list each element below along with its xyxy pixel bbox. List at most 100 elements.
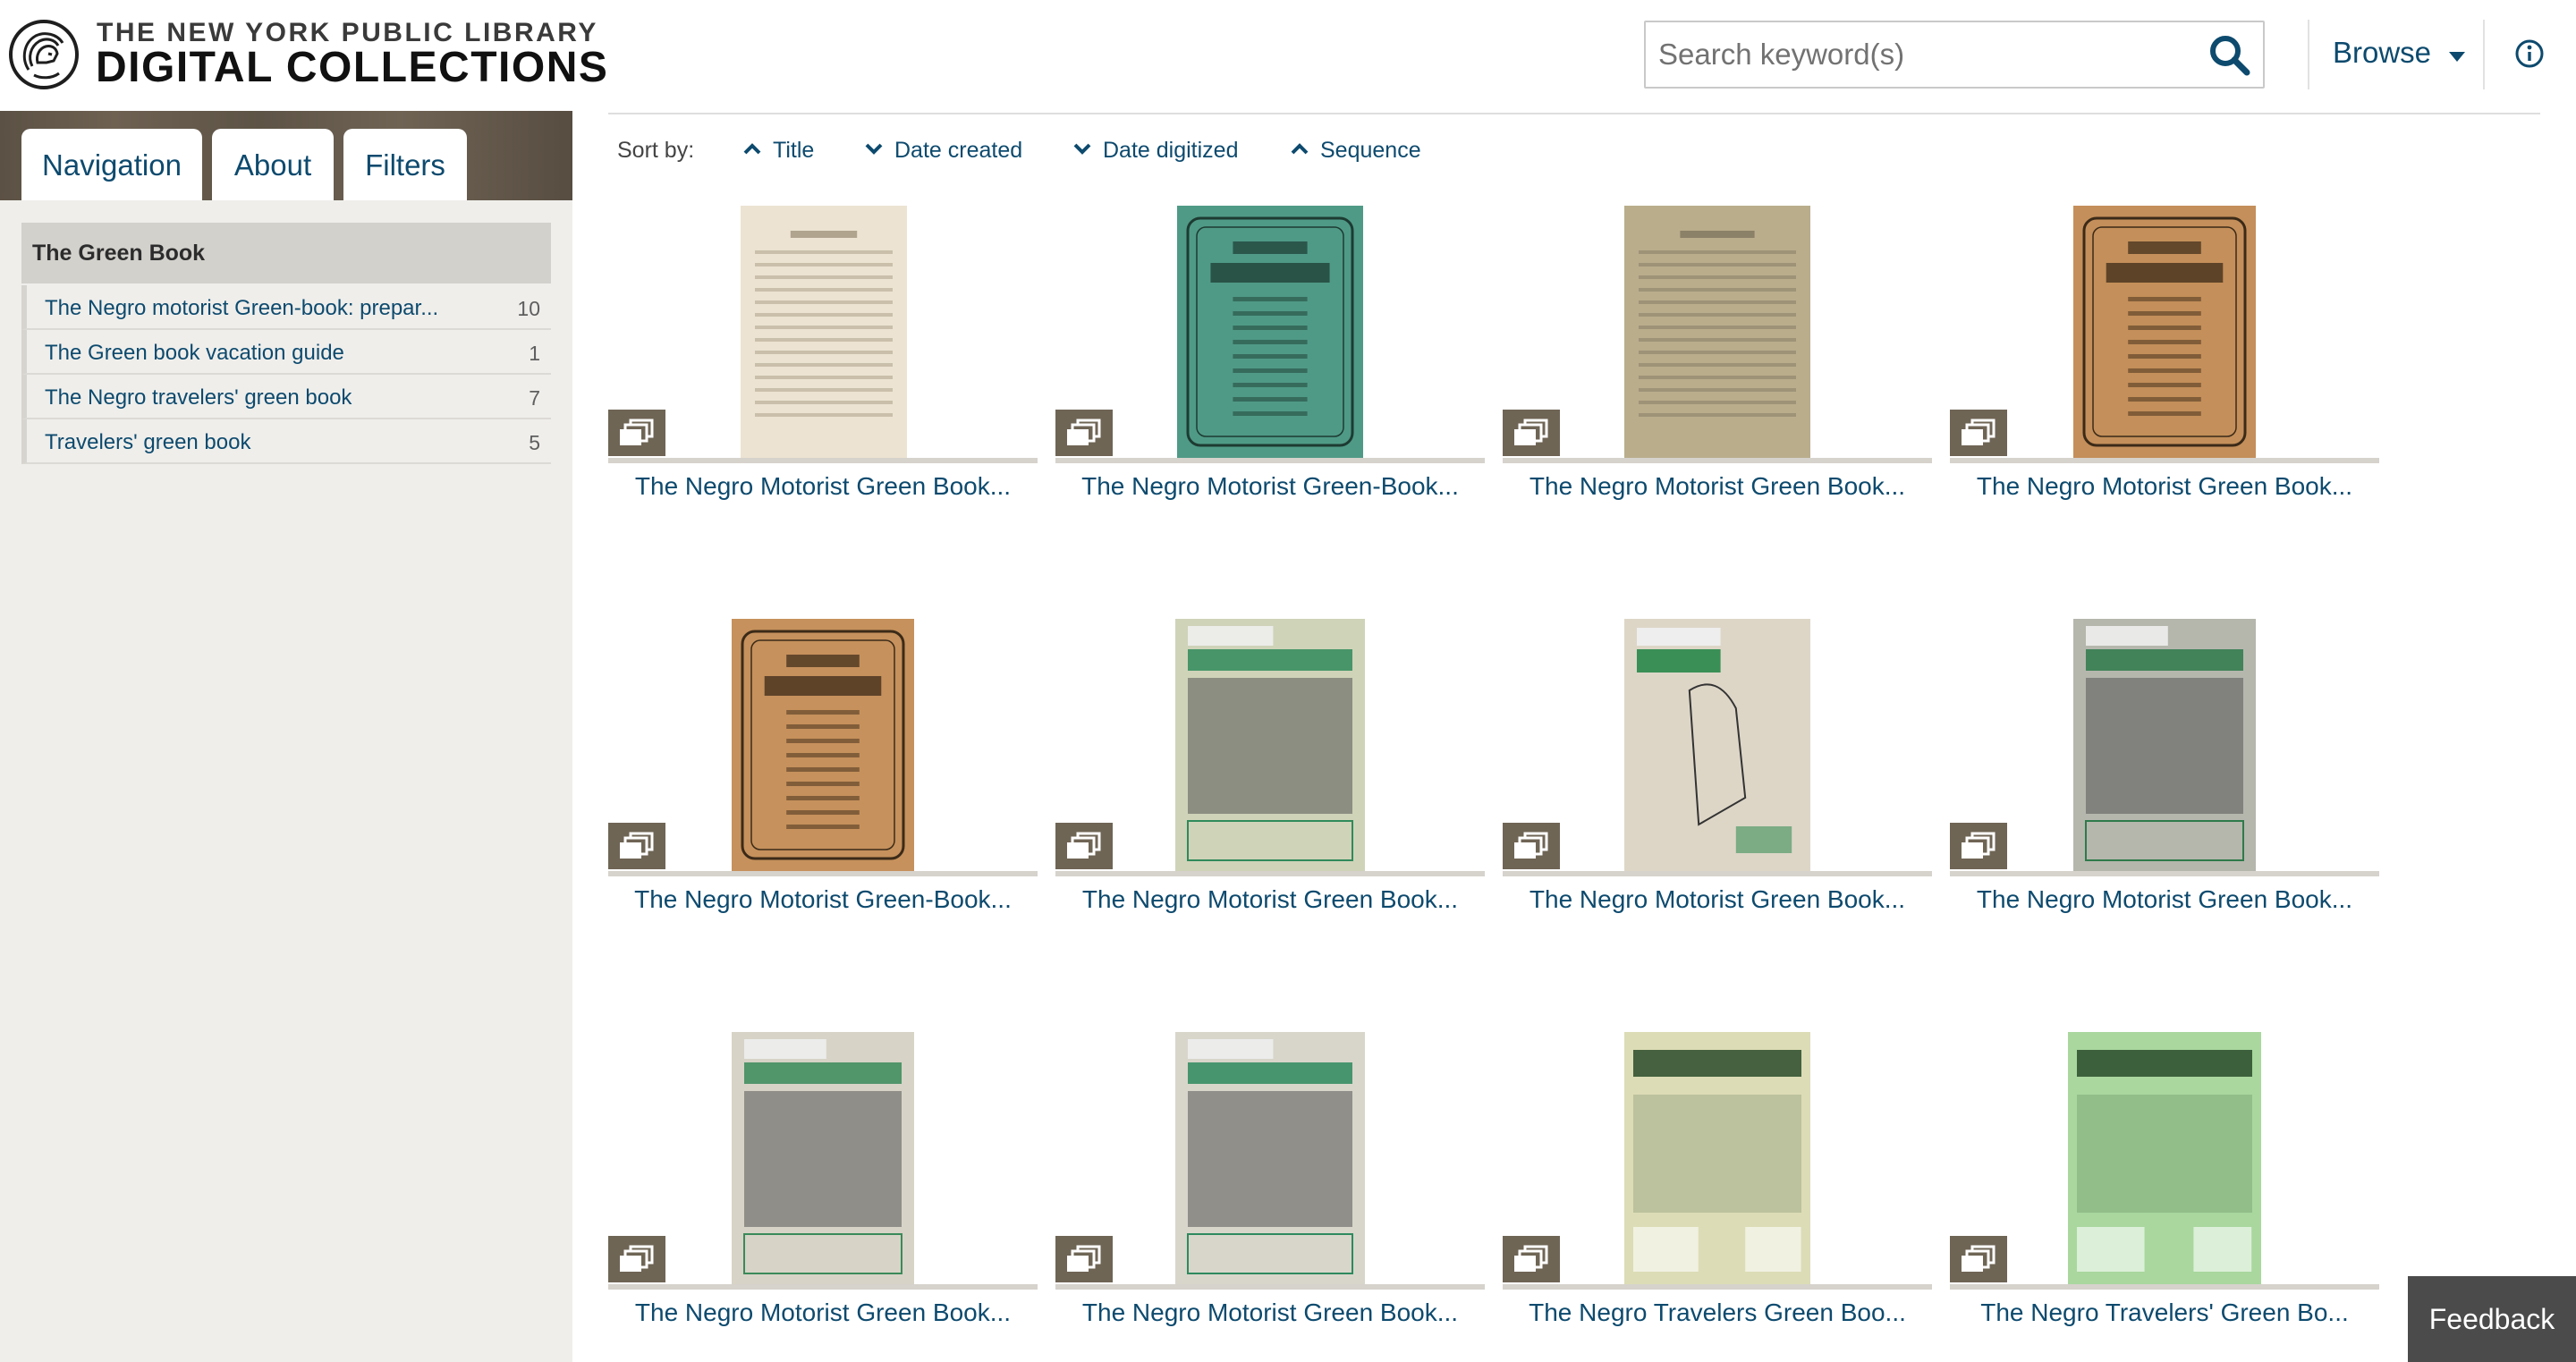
card-baseline [608,458,1038,463]
search-input[interactable] [1658,30,2195,80]
info-icon[interactable] [2514,38,2545,69]
tab-navigation[interactable]: Navigation [21,129,202,200]
result-card[interactable]: The Negro Motorist Green-Book... [608,619,1038,923]
search-box [1644,21,2265,89]
multi-image-button[interactable] [1055,823,1113,869]
result-title-link[interactable]: The Negro Motorist Green-Book... [608,885,1038,914]
card-baseline [1950,458,2379,463]
multi-image-button[interactable] [1503,410,1560,456]
image-stack-icon [620,832,654,859]
multi-image-button[interactable] [1503,1236,1560,1282]
sort-option-label: Date created [894,138,1023,163]
image-stack-icon [1514,419,1548,445]
tab-filters[interactable]: Filters [343,129,467,200]
result-title-link[interactable]: The Negro Motorist Green Book... [1950,885,2379,914]
card-baseline [1503,1284,1932,1290]
image-stack-icon [1962,419,1996,445]
cover-thumbnail[interactable] [732,619,914,871]
result-title-link[interactable]: The Negro Motorist Green Book... [1055,885,1485,914]
card-baseline [1503,871,1932,876]
result-card[interactable]: The Negro Motorist Green Book... [1503,619,1932,923]
result-title-link[interactable]: The Negro Travelers Green Boo... [1503,1299,1932,1327]
sidebar-item-negro-travelers-green-book[interactable]: The Negro travelers' green book 7 [21,375,551,419]
result-card[interactable]: The Negro Motorist Green-Book... [1055,206,1485,510]
multi-image-button[interactable] [1055,410,1113,456]
multi-image-button[interactable] [1055,1236,1113,1282]
result-card[interactable]: The Negro Motorist Green Book... [1503,206,1932,510]
multi-image-button[interactable] [1950,1236,2007,1282]
result-card[interactable]: The Negro Travelers' Green Bo... [1950,1032,2379,1336]
sidebar-item-label: The Green book vacation guide [45,341,344,365]
nypl-lion-icon[interactable] [9,20,79,89]
result-card[interactable]: The Negro Motorist Green Book... [608,206,1038,510]
sidebar-item-count: 5 [529,431,540,454]
cover-thumbnail[interactable] [1177,206,1363,458]
result-card[interactable]: The Negro Motorist Green Book... [608,1032,1038,1336]
chevron-up-icon [743,143,761,155]
chevron-down-icon[interactable] [2449,52,2465,62]
card-baseline [1503,458,1932,463]
cover-thumbnail[interactable] [1175,619,1365,871]
cover-thumbnail[interactable] [732,1032,914,1284]
cover-thumbnail[interactable] [2073,619,2256,871]
sidebar: Navigation About Filters The Green Book … [0,111,572,1362]
chevron-up-icon [1291,143,1309,155]
result-title-link[interactable]: The Negro Motorist Green Book... [1950,472,2379,501]
result-card[interactable]: The Negro Motorist Green Book... [1055,1032,1485,1336]
brand-title[interactable]: DIGITAL COLLECTIONS [96,43,608,92]
sidebar-item-count: 10 [517,297,540,320]
card-baseline [608,1284,1038,1290]
multi-image-button[interactable] [1950,410,2007,456]
card-baseline [1055,1284,1485,1290]
multi-image-button[interactable] [1503,823,1560,869]
sidebar-item-negro-motorist-green-book[interactable]: The Negro motorist Green-book: prepar...… [21,285,551,330]
header-divider [2483,20,2485,89]
cover-thumbnail[interactable] [2068,1032,2261,1284]
cover-thumbnail[interactable] [1624,619,1810,871]
search-button[interactable] [2206,31,2254,80]
image-stack-icon [1067,1245,1101,1272]
result-card[interactable]: The Negro Motorist Green Book... [1950,206,2379,510]
result-title-link[interactable]: The Negro Motorist Green Book... [608,472,1038,501]
image-stack-icon [620,1245,654,1272]
sidebar-item-count: 1 [529,342,540,365]
cover-thumbnail[interactable] [2073,206,2256,458]
multi-image-button[interactable] [608,1236,665,1282]
image-stack-icon [1514,1245,1548,1272]
image-stack-icon [1962,832,1996,859]
card-baseline [608,871,1038,876]
multi-image-button[interactable] [1950,823,2007,869]
cover-thumbnail[interactable] [1175,1032,1365,1284]
result-title-link[interactable]: The Negro Motorist Green Book... [1055,1299,1485,1327]
result-title-link[interactable]: The Negro Motorist Green Book... [1503,885,1932,914]
image-stack-icon [1067,419,1101,445]
sidebar-item-travelers-green-book[interactable]: Travelers' green book 5 [21,419,551,464]
result-title-link[interactable]: The Negro Travelers' Green Bo... [1950,1299,2379,1327]
chevron-down-icon [865,143,883,155]
cover-thumbnail[interactable] [741,206,907,458]
sidebar-item-vacation-guide[interactable]: The Green book vacation guide 1 [21,330,551,375]
collection-title[interactable]: The Green Book [21,223,551,283]
multi-image-button[interactable] [608,410,665,456]
multi-image-button[interactable] [608,823,665,869]
result-title-link[interactable]: The Negro Motorist Green Book... [608,1299,1038,1327]
result-card[interactable]: The Negro Travelers Green Boo... [1503,1032,1932,1336]
image-stack-icon [620,419,654,445]
sidebar-item-count: 7 [529,386,540,410]
result-title-link[interactable]: The Negro Motorist Green Book... [1503,472,1932,501]
card-baseline [1055,458,1485,463]
result-card[interactable]: The Negro Motorist Green Book... [1950,619,2379,923]
image-stack-icon [1514,832,1548,859]
browse-menu-button[interactable]: Browse [2333,36,2431,70]
cover-thumbnail[interactable] [1624,1032,1810,1284]
chevron-down-icon [1073,143,1091,155]
feedback-button[interactable]: Feedback [2408,1276,2576,1362]
result-card[interactable]: The Negro Motorist Green Book... [1055,619,1485,923]
tab-about[interactable]: About [212,129,334,200]
content-divider [608,113,2540,114]
result-title-link[interactable]: The Negro Motorist Green-Book... [1055,472,1485,501]
card-baseline [1950,871,2379,876]
cover-thumbnail[interactable] [1624,206,1810,458]
site-header: THE NEW YORK PUBLIC LIBRARY DIGITAL COLL… [0,0,2576,111]
card-baseline [1950,1284,2379,1290]
